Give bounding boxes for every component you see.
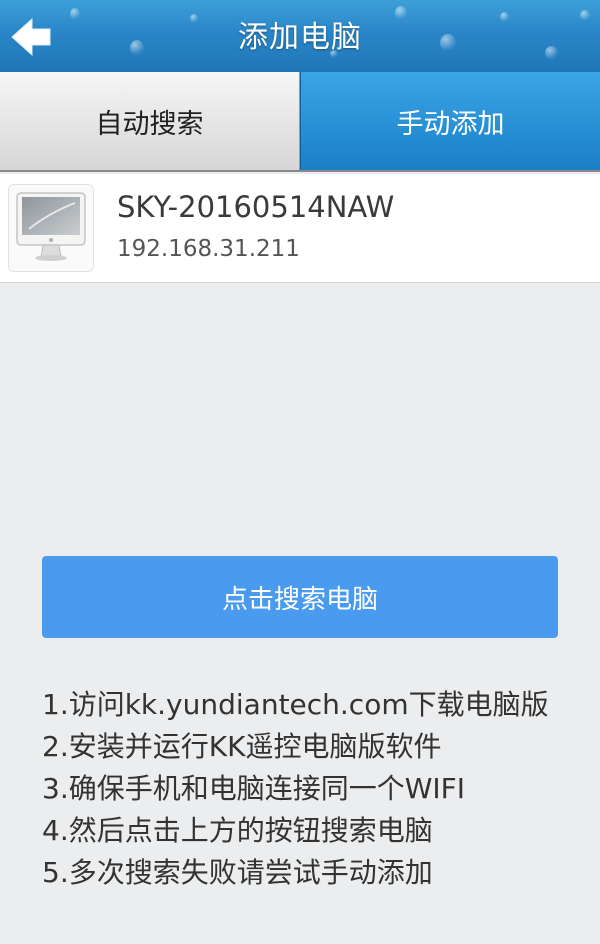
tab-bar: 自动搜索 手动添加: [0, 72, 600, 172]
page-title: 添加电脑: [238, 20, 362, 55]
instructions-list: 1.访问kk.yundiantech.com下载电脑版 2.安装并运行KK遥控电…: [42, 684, 592, 894]
search-computer-button[interactable]: 点击搜索电脑: [42, 556, 558, 638]
device-list-item[interactable]: SKY-20160514NAW 192.168.31.211: [0, 174, 600, 283]
tab-auto-search[interactable]: 自动搜索: [0, 72, 300, 170]
instruction-item: 3.确保手机和电脑连接同一个WIFI: [42, 772, 466, 805]
instruction-item: 2.安装并运行KK遥控电脑版软件: [42, 730, 442, 763]
device-name: SKY-20160514NAW: [117, 190, 395, 224]
computer-monitor-icon: [16, 192, 86, 261]
instruction-item: 4.然后点击上方的按钮搜索电脑: [42, 814, 433, 847]
instruction-item: 1.访问kk.yundiantech.com下载电脑版: [42, 688, 549, 721]
tab-manual-add[interactable]: 手动添加: [300, 72, 600, 170]
title-bar: 添加电脑: [0, 0, 600, 72]
instruction-item: 5.多次搜索失败请尝试手动添加: [42, 856, 433, 889]
device-ip: 192.168.31.211: [117, 236, 300, 262]
device-icon-frame: [8, 184, 94, 272]
